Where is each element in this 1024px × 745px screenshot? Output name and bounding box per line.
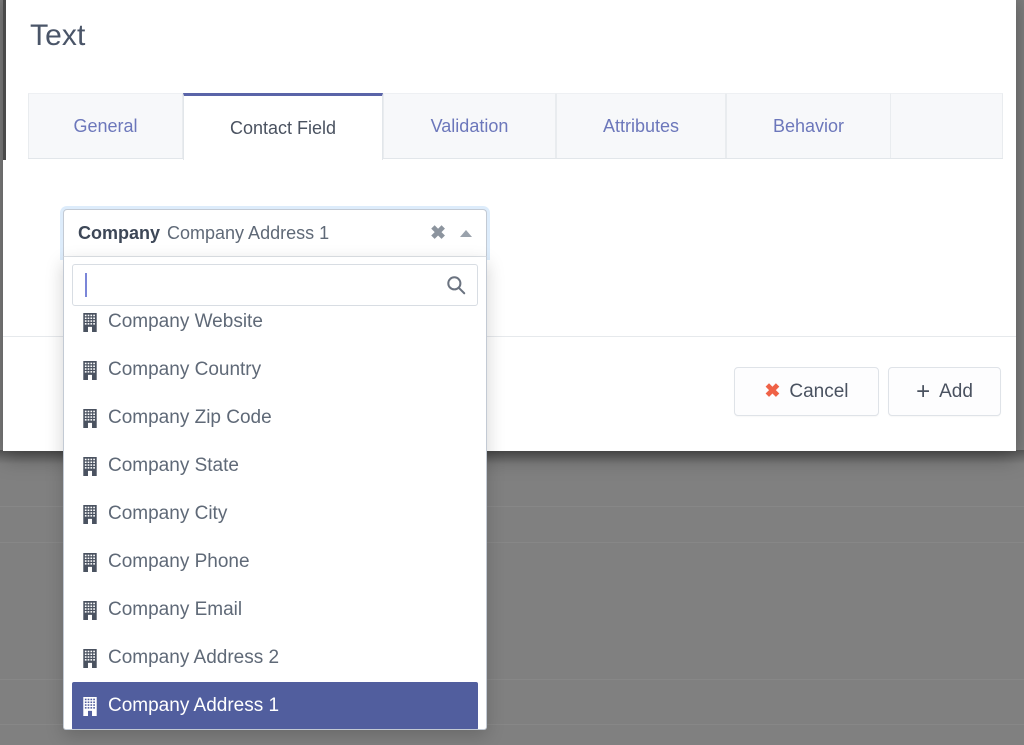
- building-icon: [83, 456, 97, 476]
- select-selection[interactable]: Company Company Address 1 ✖: [63, 209, 487, 257]
- cancel-button[interactable]: ✖ Cancel: [734, 367, 879, 416]
- building-icon: [83, 600, 97, 620]
- building-icon: [83, 504, 97, 524]
- list-item-label: Company State: [108, 455, 239, 476]
- tab-label: Behavior: [772, 116, 845, 136]
- list-item-company-phone[interactable]: Company Phone: [72, 538, 478, 586]
- clear-icon[interactable]: ✖: [430, 224, 446, 243]
- contact-field-select: Company Company Address 1 ✖ Company Webs…: [63, 209, 487, 730]
- plus-icon: +: [916, 377, 931, 405]
- list-item-company-address-2[interactable]: Company Address 2: [72, 634, 478, 682]
- tab-behavior[interactable]: Behavior: [726, 93, 891, 159]
- tab-label: General: [73, 116, 138, 136]
- list-item-label: Company Address 1: [108, 695, 280, 716]
- cancel-button-label: Cancel: [789, 380, 849, 402]
- tab-general[interactable]: General: [28, 93, 183, 159]
- search-input[interactable]: [72, 264, 478, 306]
- page-title: Text: [30, 19, 86, 52]
- list-item-company-city[interactable]: Company City: [72, 490, 478, 538]
- tab-bar-underline: [28, 158, 1003, 159]
- list-item-company-email[interactable]: Company Email: [72, 586, 478, 634]
- list-item-label: Company Country: [108, 359, 262, 380]
- list-item-company-country[interactable]: Company Country: [72, 346, 478, 394]
- list-item-company-website[interactable]: Company Website: [72, 308, 478, 346]
- tab-bar: General Contact Field Validation Attribu…: [28, 93, 1003, 160]
- caret-up-icon[interactable]: [460, 229, 472, 237]
- text-cursor: [85, 273, 87, 297]
- tab-label: Contact Field: [229, 117, 337, 138]
- select-search-wrap: [72, 264, 478, 306]
- list-item-label: Company Phone: [108, 551, 250, 572]
- list-item-company-address-1[interactable]: Company Address 1: [72, 682, 478, 729]
- building-icon: [83, 360, 97, 380]
- building-icon: [83, 696, 97, 716]
- close-icon: ✖: [764, 381, 781, 402]
- tab-label: Validation: [430, 116, 509, 136]
- option-list-scroller: Company Website Company Country Company …: [72, 308, 478, 729]
- building-icon: [83, 408, 97, 428]
- list-item-label: Company Address 2: [108, 647, 280, 668]
- building-icon: [83, 648, 97, 668]
- list-item-label: Company City: [108, 503, 228, 524]
- select-group-label: Company: [78, 222, 161, 243]
- building-icon: [83, 312, 97, 332]
- option-list[interactable]: Company Website Company Country Company …: [64, 308, 486, 729]
- modal-header: Text: [3, 0, 1016, 80]
- tab-validation[interactable]: Validation: [383, 93, 556, 159]
- add-button[interactable]: + Add: [888, 367, 1001, 416]
- list-item-label: Company Email: [108, 599, 243, 620]
- tab-contact-field[interactable]: Contact Field: [183, 93, 383, 160]
- select-dropdown: Company Website Company Country Company …: [63, 257, 487, 730]
- building-icon: [83, 552, 97, 572]
- list-item-label: Company Website: [108, 311, 263, 332]
- list-item-label: Company Zip Code: [108, 407, 272, 428]
- tab-label: Attributes: [602, 116, 680, 136]
- tab-attributes[interactable]: Attributes: [556, 93, 726, 159]
- list-item-company-zip-code[interactable]: Company Zip Code: [72, 394, 478, 442]
- select-selected-value: Company Address 1: [167, 222, 330, 243]
- list-item-company-state[interactable]: Company State: [72, 442, 478, 490]
- add-button-label: Add: [939, 380, 973, 402]
